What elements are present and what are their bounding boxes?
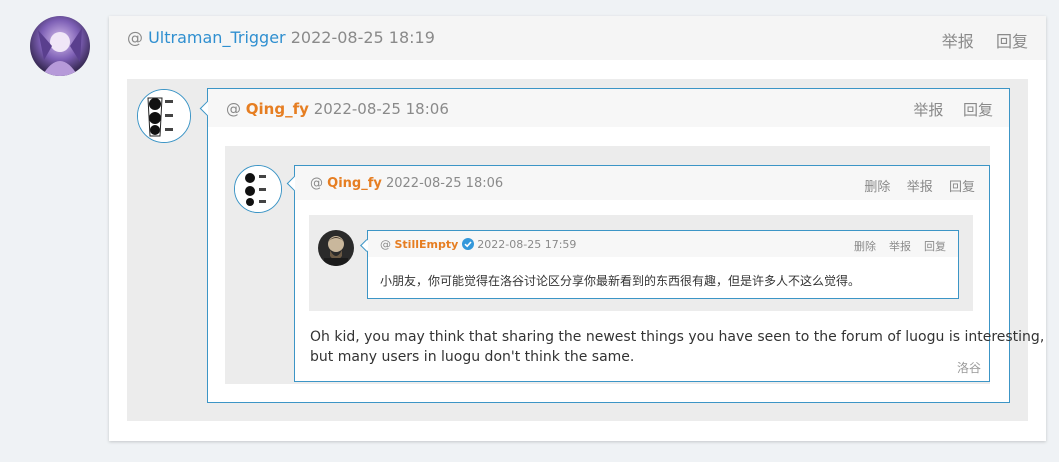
report-button[interactable]: 举报: [889, 240, 911, 253]
report-button[interactable]: 举报: [913, 101, 943, 119]
level2-body-line1: Oh kid, you may think that sharing the n…: [310, 329, 1045, 345]
reply-button[interactable]: 回复: [996, 32, 1028, 51]
source-tag: 洛谷: [956, 361, 981, 375]
reply-button[interactable]: 回复: [949, 180, 975, 195]
level2-header: @ Qing_fy 2022-08-25 18:06 删除 举报 回复: [295, 166, 989, 200]
avatar-qing-fy[interactable]: [234, 165, 282, 213]
quote-container-level2: @ Qing_fy 2022-08-25 18:06 删除 举报 回复 @ St…: [225, 146, 1045, 384]
quoted-comment-level3: @ StillEmpty 2022-08-25 17:59 删除 举报 回复 小…: [360, 230, 959, 299]
level2-body-line2: but many users in luogu don't think the …: [310, 349, 635, 365]
level2-actions: 删除 举报 回复: [864, 176, 975, 195]
quote-container-level1: @ Qing_fy 2022-08-25 18:06 举报 回复 @ Qing_…: [127, 79, 1045, 421]
outer-comment-card: @ Ultraman_Trigger 2022-08-25 18:19 举报 回…: [109, 16, 1046, 441]
delete-button[interactable]: 删除: [854, 240, 876, 253]
username-link[interactable]: StillEmpty: [395, 238, 459, 251]
username-link[interactable]: Qing_fy: [246, 100, 309, 118]
timestamp: 2022-08-25 18:06: [385, 176, 504, 191]
level3-meta: @ StillEmpty 2022-08-25 17:59: [380, 238, 577, 253]
outer-comment-header: @ Ultraman_Trigger 2022-08-25 18:19 举报 回…: [109, 16, 1046, 60]
report-button[interactable]: 举报: [907, 180, 933, 195]
timestamp: 2022-08-25 17:59: [477, 238, 577, 251]
quote-container-level3: @ StillEmpty 2022-08-25 17:59 删除 举报 回复 小…: [309, 215, 973, 311]
reply-button[interactable]: 回复: [963, 101, 993, 119]
avatar-stillempty[interactable]: [318, 230, 354, 266]
level1-actions: 举报 回复: [913, 99, 993, 120]
avatar-qing-fy[interactable]: [137, 89, 191, 143]
level2-body: Oh kid, you may think that sharing the n…: [310, 327, 1045, 367]
report-button[interactable]: 举报: [942, 32, 974, 51]
username-link[interactable]: Qing_fy: [327, 176, 382, 191]
quoted-comment-level2: @ Qing_fy 2022-08-25 18:06 删除 举报 回复 @ St…: [286, 165, 1045, 382]
level1-header: @ Qing_fy 2022-08-25 18:06 举报 回复: [208, 89, 1009, 127]
avatar-ultraman-trigger[interactable]: [30, 16, 90, 76]
timestamp: 2022-08-25 18:19: [290, 28, 435, 47]
reply-button[interactable]: 回复: [924, 240, 946, 253]
level2-meta: @ Qing_fy 2022-08-25 18:06: [310, 176, 504, 191]
outer-comment-meta: @ Ultraman_Trigger 2022-08-25 18:19: [127, 28, 435, 47]
delete-button[interactable]: 删除: [864, 180, 890, 195]
timestamp: 2022-08-25 18:06: [313, 100, 449, 118]
username-link[interactable]: Ultraman_Trigger: [148, 28, 286, 47]
level3-actions: 删除 举报 回复: [854, 238, 946, 254]
quoted-comment-level1: @ Qing_fy 2022-08-25 18:06 举报 回复 @ Qing_…: [199, 88, 1045, 403]
level3-body: 小朋友，你可能觉得在洛谷讨论区分享你最新看到的东西很有趣，但是许多人不这么觉得。: [380, 274, 861, 288]
level1-meta: @ Qing_fy 2022-08-25 18:06: [226, 100, 449, 118]
level3-header: @ StillEmpty 2022-08-25 17:59 删除 举报 回复: [368, 231, 958, 257]
outer-comment-actions: 举报 回复: [942, 28, 1028, 52]
verified-badge-icon: [461, 238, 474, 253]
